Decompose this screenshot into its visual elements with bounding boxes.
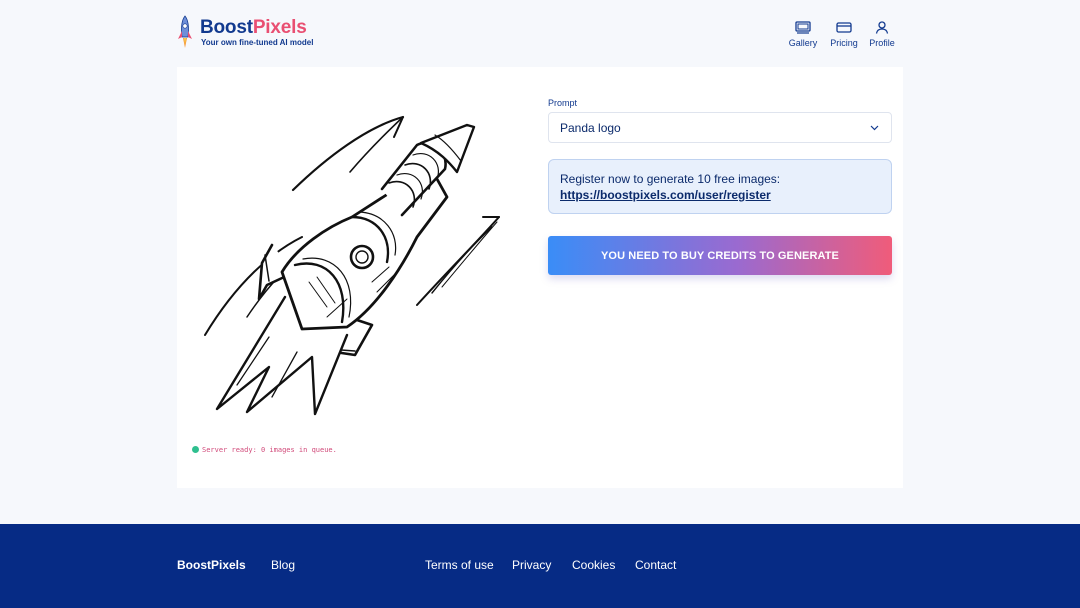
- nav-pricing-label: Pricing: [830, 38, 858, 48]
- footer-link-cookies[interactable]: Cookies: [572, 558, 615, 572]
- rocket-illustration: [204, 115, 500, 416]
- register-link[interactable]: https://boostpixels.com/user/register: [560, 187, 880, 203]
- nav-pricing[interactable]: Pricing: [829, 20, 859, 50]
- logo-subtitle: Your own fine-tuned AI model: [201, 38, 314, 47]
- prompt-select[interactable]: Panda logo: [548, 112, 892, 143]
- logo-title: BoostPixels: [200, 17, 307, 38]
- site-header: BoostPixels Your own fine-tuned AI model…: [0, 0, 1080, 67]
- site-footer: BoostPixels Blog Terms of use Privacy Co…: [0, 524, 1080, 608]
- rocket-icon: [178, 15, 192, 48]
- status-dot-icon: [192, 446, 199, 453]
- nav-profile[interactable]: Profile: [867, 20, 897, 50]
- register-notice: Register now to generate 10 free images:…: [548, 159, 892, 214]
- nav-gallery[interactable]: Gallery: [788, 20, 818, 50]
- generator-card: Server ready: 0 images in queue. Prompt …: [177, 67, 903, 488]
- nav-gallery-label: Gallery: [788, 38, 818, 48]
- user-icon: [875, 21, 889, 34]
- footer-link-contact[interactable]: Contact: [635, 558, 676, 572]
- footer-link-privacy[interactable]: Privacy: [512, 558, 551, 572]
- generated-image[interactable]: [177, 67, 533, 439]
- site-logo[interactable]: BoostPixels Your own fine-tuned AI model: [177, 15, 317, 53]
- chevron-down-icon: [870, 125, 879, 131]
- status-text: Server ready: 0 images in queue.: [202, 446, 337, 454]
- nav-profile-label: Profile: [869, 38, 895, 48]
- gallery-icon: [795, 21, 811, 34]
- footer-brand: BoostPixels: [177, 558, 246, 572]
- prompt-selected-value: Panda logo: [560, 121, 621, 135]
- footer-link-terms[interactable]: Terms of use: [425, 558, 494, 572]
- notice-text: Register now to generate 10 free images:: [560, 172, 781, 186]
- prompt-label: Prompt: [548, 98, 578, 108]
- server-status: Server ready: 0 images in queue.: [192, 446, 337, 454]
- buy-credits-button[interactable]: YOU NEED TO BUY CREDITS TO GENERATE: [548, 236, 892, 275]
- card-icon: [836, 22, 852, 33]
- footer-link-blog[interactable]: Blog: [271, 558, 295, 572]
